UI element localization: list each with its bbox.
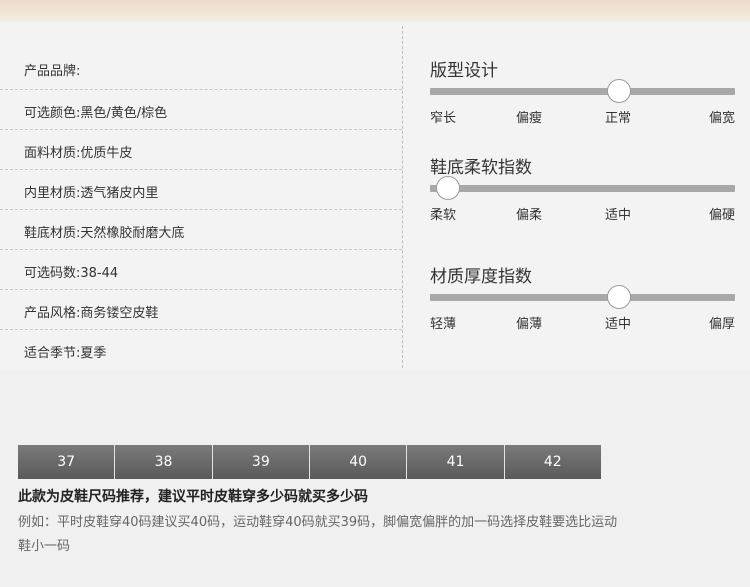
spec-row-sizes: 可选码数:38-44 bbox=[0, 250, 402, 290]
scale-label: 适中 bbox=[605, 208, 632, 223]
scale-track bbox=[430, 294, 735, 301]
size-recommendation-title: 此款为皮鞋尺码推荐，建议平时皮鞋穿多少码就买多少码 bbox=[18, 489, 368, 505]
spec-row-colors: 可选颜色:黑色/黄色/棕色 bbox=[0, 90, 402, 130]
scale-label: 偏瘦 bbox=[516, 111, 543, 126]
scale-knob[interactable] bbox=[607, 285, 632, 309]
scale-label: 适中 bbox=[605, 317, 632, 332]
scale-label: 偏宽 bbox=[708, 111, 735, 126]
scale-title: 鞋底柔软指数 bbox=[430, 158, 532, 178]
scale-labels: 窄长 偏瘦 正常 偏宽 bbox=[430, 107, 735, 126]
top-decorative-band bbox=[0, 0, 750, 22]
spec-value: 天然橡胶耐磨大底 bbox=[80, 226, 185, 241]
scale-label: 轻薄 bbox=[430, 317, 457, 332]
spec-label: 产品品牌: bbox=[24, 64, 81, 79]
spec-row-season: 适合季节:夏季 bbox=[0, 330, 402, 369]
spec-row-style: 产品风格:商务镂空皮鞋 bbox=[0, 290, 402, 330]
size-cell-40[interactable]: 40 bbox=[309, 445, 408, 479]
sole-softness-scale: 鞋底柔软指数 柔软 偏柔 适中 偏硬 bbox=[430, 153, 735, 223]
scale-labels: 柔软 偏柔 适中 偏硬 bbox=[430, 204, 735, 223]
size-chart: 37 38 39 40 41 42 bbox=[18, 445, 601, 479]
material-thickness-scale: 材质厚度指数 轻薄 偏薄 适中 偏厚 bbox=[430, 262, 735, 332]
size-cell-41[interactable]: 41 bbox=[407, 445, 505, 479]
spec-row-lining-material: 内里材质:透气猪皮内里 bbox=[0, 170, 402, 210]
spec-value: 黑色/黄色/棕色 bbox=[80, 106, 168, 121]
spec-label: 产品风格: bbox=[24, 306, 81, 321]
size-recommendation-body: 例如：平时皮鞋穿40码建议买40码，运动鞋穿40码就买39码，脚偏宽偏胖的加一码… bbox=[18, 515, 618, 554]
size-cell-42[interactable]: 42 bbox=[504, 445, 601, 479]
spec-value: 透气猪皮内里 bbox=[80, 186, 159, 201]
scale-label: 偏厚 bbox=[708, 317, 735, 332]
spec-label: 面料材质: bbox=[24, 146, 81, 161]
scale-track bbox=[430, 88, 735, 95]
scale-label: 窄长 bbox=[430, 111, 457, 126]
spec-value: 夏季 bbox=[80, 346, 107, 361]
panel-divider bbox=[402, 26, 403, 368]
fit-design-scale: 版型设计 窄长 偏瘦 正常 偏宽 bbox=[430, 56, 735, 126]
spec-value: 38-44 bbox=[80, 266, 119, 281]
scale-labels: 轻薄 偏薄 适中 偏厚 bbox=[430, 313, 735, 332]
scale-title: 材质厚度指数 bbox=[430, 267, 532, 287]
spec-value: 商务镂空皮鞋 bbox=[80, 306, 159, 321]
spec-label: 内里材质: bbox=[24, 186, 81, 201]
size-cell-39[interactable]: 39 bbox=[212, 445, 310, 479]
size-cell-38[interactable]: 38 bbox=[115, 445, 213, 479]
spec-list: 产品品牌: 可选颜色:黑色/黄色/棕色 面料材质:优质牛皮 内里材质:透气猪皮内… bbox=[0, 48, 402, 369]
scale-label: 偏硬 bbox=[708, 208, 735, 223]
scale-title: 版型设计 bbox=[430, 61, 498, 81]
scale-label: 偏薄 bbox=[516, 317, 543, 332]
scale-label: 正常 bbox=[605, 111, 632, 126]
spec-label: 适合季节: bbox=[24, 346, 81, 361]
scale-label: 柔软 bbox=[430, 208, 457, 223]
spec-label: 可选颜色: bbox=[24, 106, 81, 121]
spec-row-brand: 产品品牌: bbox=[0, 48, 402, 90]
scale-track bbox=[430, 185, 735, 192]
scale-knob[interactable] bbox=[607, 79, 632, 103]
spec-row-upper-material: 面料材质:优质牛皮 bbox=[0, 130, 402, 170]
spec-label: 可选码数: bbox=[24, 266, 81, 281]
scale-label: 偏柔 bbox=[516, 208, 543, 223]
size-cell-37[interactable]: 37 bbox=[18, 445, 116, 479]
spec-label: 鞋底材质: bbox=[24, 226, 81, 241]
spec-row-sole-material: 鞋底材质:天然橡胶耐磨大底 bbox=[0, 210, 402, 250]
spec-value: 优质牛皮 bbox=[80, 146, 133, 161]
